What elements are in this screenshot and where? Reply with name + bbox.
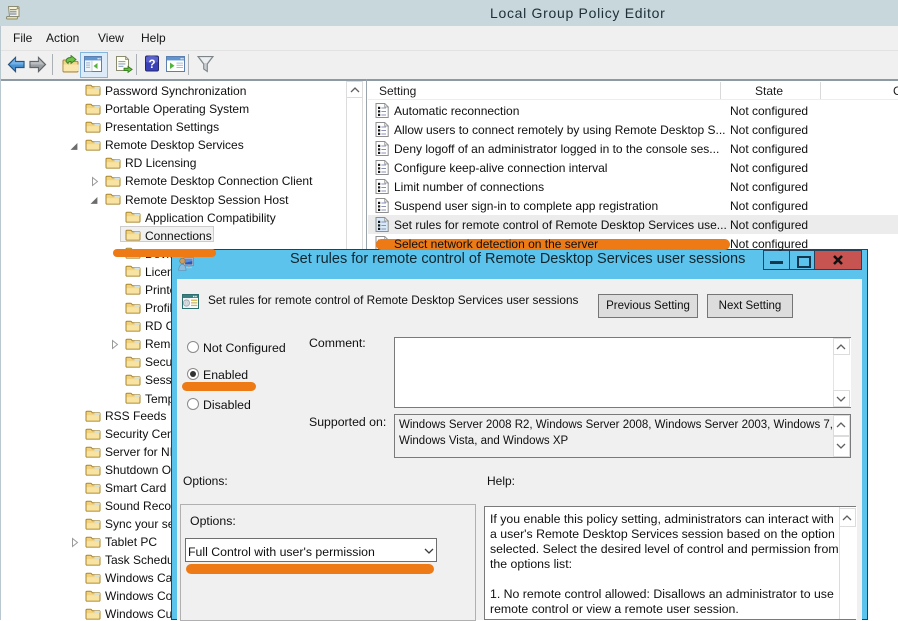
svg-text:?: ? — [148, 59, 155, 71]
